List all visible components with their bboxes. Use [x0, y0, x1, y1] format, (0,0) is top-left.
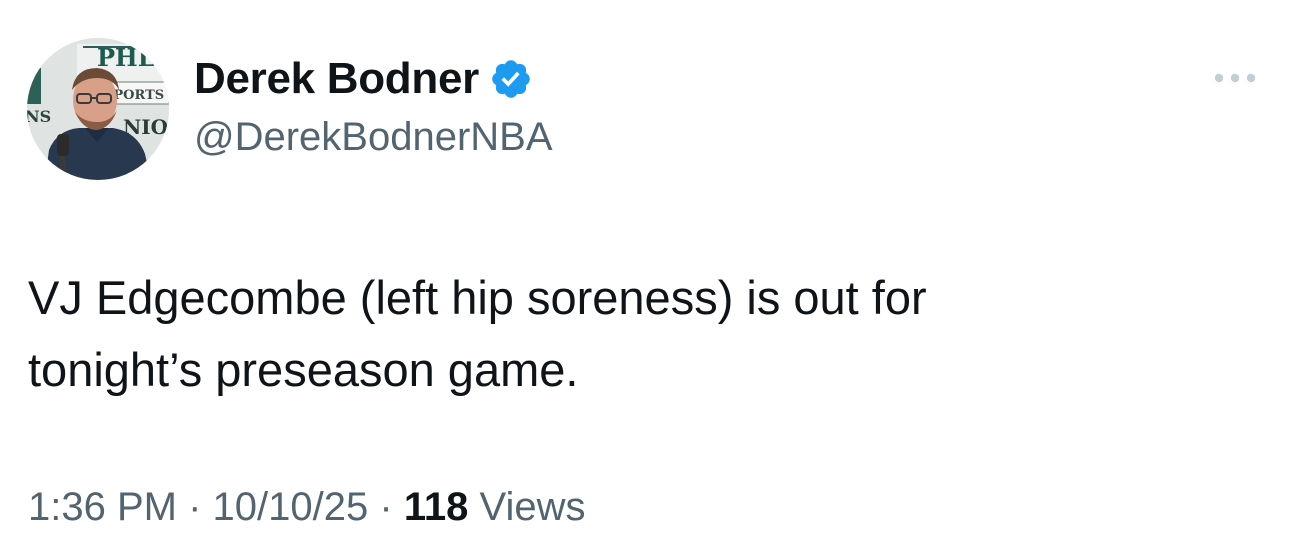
- views-label: Views: [479, 485, 586, 529]
- more-horizontal-icon: [1214, 73, 1256, 83]
- avatar[interactable]: PHL SPORTS NIO NS: [27, 38, 169, 180]
- author-display-name[interactable]: Derek Bodner: [194, 52, 479, 106]
- meta-separator: ·: [379, 485, 393, 529]
- backdrop-text-ns: NS: [27, 107, 51, 126]
- tweet-date[interactable]: 10/10/25: [213, 485, 369, 529]
- meta-separator: ·: [188, 485, 202, 529]
- verified-badge-icon[interactable]: [489, 57, 533, 101]
- more-options-button[interactable]: [1208, 60, 1262, 96]
- author-display-name-row: Derek Bodner: [194, 52, 533, 106]
- tweet-meta: 1:36 PM · 10/10/25 · 118 Views: [28, 480, 585, 534]
- views-count: 118: [403, 485, 469, 529]
- backdrop-text-phl: PHL: [97, 43, 155, 72]
- tweet-text: VJ Edgecombe (left hip soreness) is out …: [28, 271, 927, 396]
- tweet-time[interactable]: 1:36 PM: [28, 485, 177, 529]
- author-handle[interactable]: @DerekBodnerNBA: [194, 112, 553, 162]
